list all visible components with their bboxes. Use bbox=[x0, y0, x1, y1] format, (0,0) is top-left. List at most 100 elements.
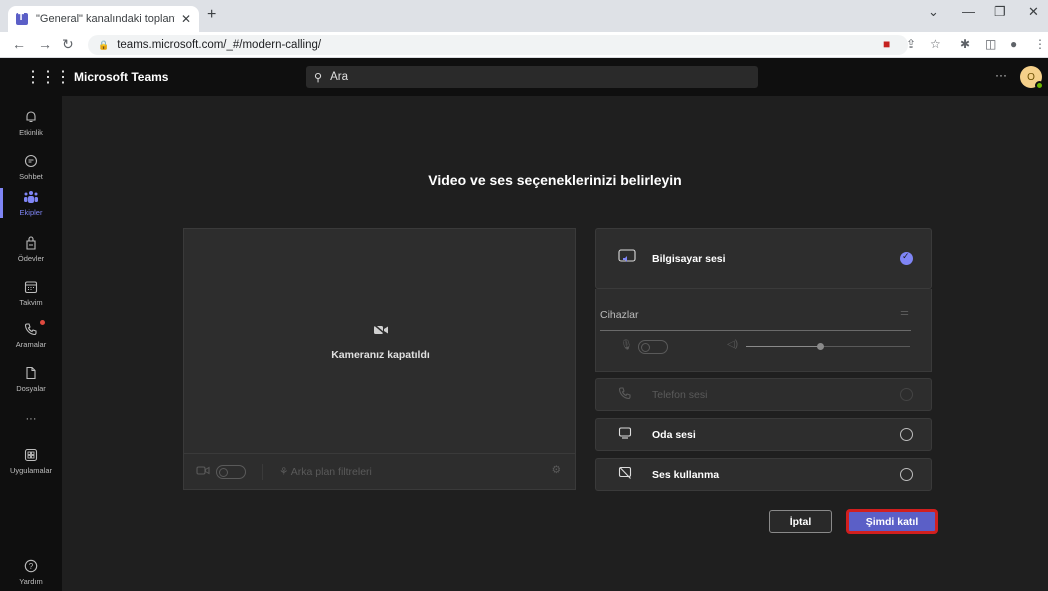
prejoin-screen: Video ve ses seçeneklerinizi belirleyin … bbox=[62, 96, 1048, 591]
svg-text:?: ? bbox=[29, 562, 34, 571]
new-tab-icon[interactable]: + bbox=[207, 6, 216, 24]
restore-icon[interactable]: ❐ bbox=[994, 4, 1006, 20]
rail-item-apps[interactable]: Uygulamalar bbox=[0, 440, 62, 482]
bell-icon bbox=[23, 109, 39, 125]
address-bar[interactable]: 🔒 teams.microsoft.com/_#/modern-calling/ bbox=[88, 35, 908, 55]
rail-item-files[interactable]: Dosyalar bbox=[0, 358, 62, 400]
devices-label: Cihazlar bbox=[600, 309, 639, 321]
rail-label: Uygulamalar bbox=[9, 466, 53, 475]
browser-toolbar: ← → ↻ 🔒 teams.microsoft.com/_#/modern-ca… bbox=[0, 32, 1048, 58]
assignments-icon bbox=[23, 235, 39, 251]
audio-option-radio[interactable] bbox=[900, 428, 913, 441]
search-icon: ⚲ bbox=[314, 71, 323, 84]
background-filters-icon: ⚘ bbox=[279, 465, 291, 478]
tab-search-icon[interactable]: ⌄ bbox=[928, 4, 939, 20]
rail-label: Dosyalar bbox=[16, 384, 46, 393]
camera-off-message: Kameranız kapatıldı bbox=[184, 323, 577, 361]
share-icon[interactable]: ⇪ bbox=[906, 37, 916, 51]
rail-item-help[interactable]: ? Yardım bbox=[0, 551, 62, 591]
no-audio-icon bbox=[618, 466, 634, 483]
room-audio-icon bbox=[618, 426, 634, 443]
app-rail: Etkinlik Sohbet Ekipler Ödevler Takvim A… bbox=[0, 96, 62, 591]
close-tab-icon[interactable]: ✕ bbox=[181, 12, 191, 26]
join-now-button[interactable]: Şimdi katıl bbox=[847, 510, 937, 533]
chat-icon bbox=[23, 153, 39, 169]
rail-label: Sohbet bbox=[19, 172, 43, 181]
browser-menu-icon[interactable]: ⋮ bbox=[1034, 37, 1046, 51]
profile-icon[interactable]: ● bbox=[1010, 37, 1017, 51]
side-panel-icon[interactable]: ◫ bbox=[985, 37, 996, 51]
device-settings-icon[interactable]: ⚌ bbox=[900, 307, 909, 318]
page-title: Video ve ses seçeneklerinizi belirleyin bbox=[428, 172, 682, 188]
rail-label: Takvim bbox=[19, 298, 43, 307]
search-input[interactable]: ⚲ Ara bbox=[306, 66, 758, 88]
teams-favicon-icon bbox=[16, 12, 28, 25]
browser-tab-bar: "General" kanalındaki toplantı (T ✕ + ⌄ … bbox=[0, 0, 1048, 32]
computer-audio-icon bbox=[618, 249, 636, 268]
rail-item-assignments[interactable]: Ödevler bbox=[0, 228, 62, 270]
browser-tab[interactable]: "General" kanalındaki toplantı (T ✕ bbox=[8, 6, 199, 32]
avatar-initial: O bbox=[1027, 71, 1035, 83]
back-icon[interactable]: ← bbox=[12, 36, 26, 52]
camera-toggle[interactable] bbox=[216, 464, 246, 479]
url-text: teams.microsoft.com/_#/modern-calling/ bbox=[117, 39, 322, 51]
rail-label: Ekipler bbox=[19, 208, 43, 217]
audio-option-label: Oda sesi bbox=[652, 428, 696, 441]
divider bbox=[262, 463, 263, 480]
teams-icon bbox=[23, 189, 39, 205]
notification-dot bbox=[40, 320, 45, 325]
apps-icon bbox=[23, 447, 39, 463]
phone-audio-icon bbox=[618, 386, 634, 403]
gear-icon[interactable]: ⚙ bbox=[552, 464, 561, 476]
rail-label: Aramalar bbox=[15, 340, 47, 349]
lock-icon[interactable]: 🔒 bbox=[98, 40, 109, 51]
rail-label: Ödevler bbox=[17, 254, 45, 263]
volume-slider-handle[interactable] bbox=[816, 343, 824, 350]
camera-icon bbox=[196, 465, 210, 479]
app-launcher-icon[interactable]: ⋮⋮⋮ bbox=[25, 67, 71, 87]
rail-label: Etkinlik bbox=[19, 128, 43, 137]
cancel-button[interactable]: İptal bbox=[769, 510, 832, 533]
mic-toggle[interactable] bbox=[638, 340, 668, 354]
reload-icon[interactable]: ↻ bbox=[62, 36, 74, 53]
camera-off-icon bbox=[373, 323, 389, 339]
camera-blocked-icon[interactable]: ■ bbox=[883, 37, 890, 51]
audio-option-room[interactable]: Oda sesi bbox=[595, 418, 932, 451]
close-window-icon[interactable]: ✕ bbox=[1028, 4, 1039, 20]
rail-item-teams[interactable]: Ekipler bbox=[0, 182, 62, 224]
forward-icon[interactable]: → bbox=[38, 36, 52, 52]
rail-item-calendar[interactable]: Takvim bbox=[0, 272, 62, 314]
extensions-icon[interactable]: ✱ bbox=[960, 37, 970, 51]
volume-slider-fill bbox=[746, 346, 820, 347]
audio-option-label: Bilgisayar sesi bbox=[652, 252, 726, 265]
minimize-icon[interactable]: — bbox=[962, 4, 975, 19]
more-icon: ··· bbox=[25, 412, 37, 425]
audio-option-label: Telefon sesi bbox=[652, 388, 708, 401]
rail-item-calls[interactable]: Aramalar bbox=[0, 314, 62, 356]
help-icon: ? bbox=[23, 558, 39, 574]
rail-item-more[interactable]: ··· bbox=[0, 396, 62, 438]
bookmark-star-icon[interactable]: ☆ bbox=[930, 37, 941, 51]
audio-option-radio[interactable] bbox=[900, 468, 913, 481]
selected-check-icon[interactable] bbox=[900, 251, 913, 265]
more-options-icon[interactable]: ··· bbox=[995, 68, 1007, 82]
calendar-icon bbox=[23, 279, 39, 295]
audio-option-none[interactable]: Ses kullanma bbox=[595, 458, 932, 491]
background-filters-button[interactable]: ⚘ Arka plan filtreleri bbox=[279, 466, 372, 478]
video-controls: ⚘ Arka plan filtreleri ⚙ bbox=[184, 453, 575, 489]
browser-tab-title: "General" kanalındaki toplantı (T bbox=[36, 13, 175, 25]
speaker-icon: ◁) bbox=[727, 339, 739, 350]
audio-option-phone: Telefon sesi bbox=[595, 378, 932, 411]
mic-off-icon: 🎙︎ bbox=[620, 340, 633, 351]
audio-option-label: Ses kullanma bbox=[652, 468, 720, 481]
rail-item-activity[interactable]: Etkinlik bbox=[0, 102, 62, 144]
video-preview: Kameranız kapatıldı ⚘ Arka plan filtrele… bbox=[183, 228, 576, 490]
avatar[interactable]: O bbox=[1020, 66, 1044, 90]
presence-available-icon bbox=[1035, 81, 1044, 90]
search-placeholder: Ara bbox=[330, 71, 348, 83]
audio-option-computer[interactable]: Bilgisayar sesi bbox=[595, 228, 932, 289]
file-icon bbox=[23, 365, 39, 381]
devices-section: Cihazlar ⚌ 🎙︎ ◁) bbox=[595, 289, 932, 372]
teams-brand: Microsoft Teams bbox=[74, 70, 169, 84]
audio-option-radio bbox=[900, 388, 913, 401]
